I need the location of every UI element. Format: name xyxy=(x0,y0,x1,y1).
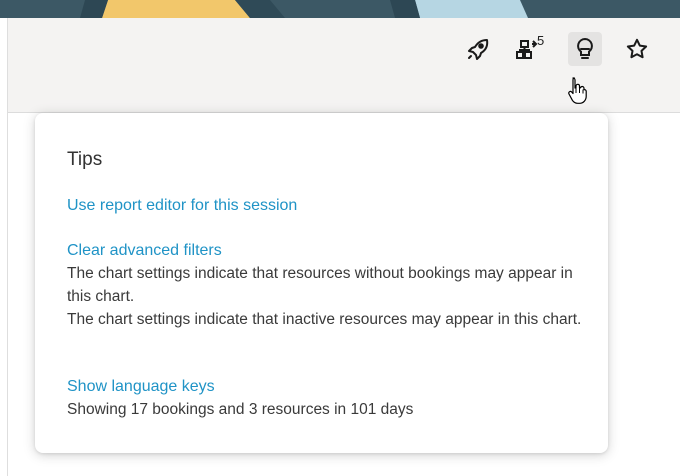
resources-button[interactable]: 5 xyxy=(512,32,552,66)
banner-decoration xyxy=(0,0,680,18)
tip-description-inactive-resources: The chart settings indicate that inactiv… xyxy=(67,311,582,328)
left-panel-edge xyxy=(0,18,8,476)
lightbulb-icon xyxy=(574,37,596,61)
tips-popover: Tips Use report editor for this session … xyxy=(35,113,608,453)
tip-description-resources-without-bookings: The chart settings indicate that resourc… xyxy=(67,265,573,305)
favorite-button[interactable] xyxy=(620,32,654,66)
rocket-icon xyxy=(466,37,490,61)
rocket-button[interactable] xyxy=(461,32,495,66)
tips-title: Tips xyxy=(67,149,103,170)
resources-badge: 5 xyxy=(537,33,545,48)
clear-advanced-filters-link[interactable]: Clear advanced filters xyxy=(67,242,222,260)
tips-button[interactable] xyxy=(568,32,602,66)
hand-cursor-icon xyxy=(565,76,589,109)
app-window: 5 Tips Use report editor for this sessio… xyxy=(0,0,680,476)
show-language-keys-link[interactable]: Show language keys xyxy=(67,378,215,396)
tip-description-booking-summary: Showing 17 bookings and 3 resources in 1… xyxy=(67,401,414,418)
use-report-editor-link[interactable]: Use report editor for this session xyxy=(67,197,297,215)
star-icon xyxy=(625,37,649,61)
